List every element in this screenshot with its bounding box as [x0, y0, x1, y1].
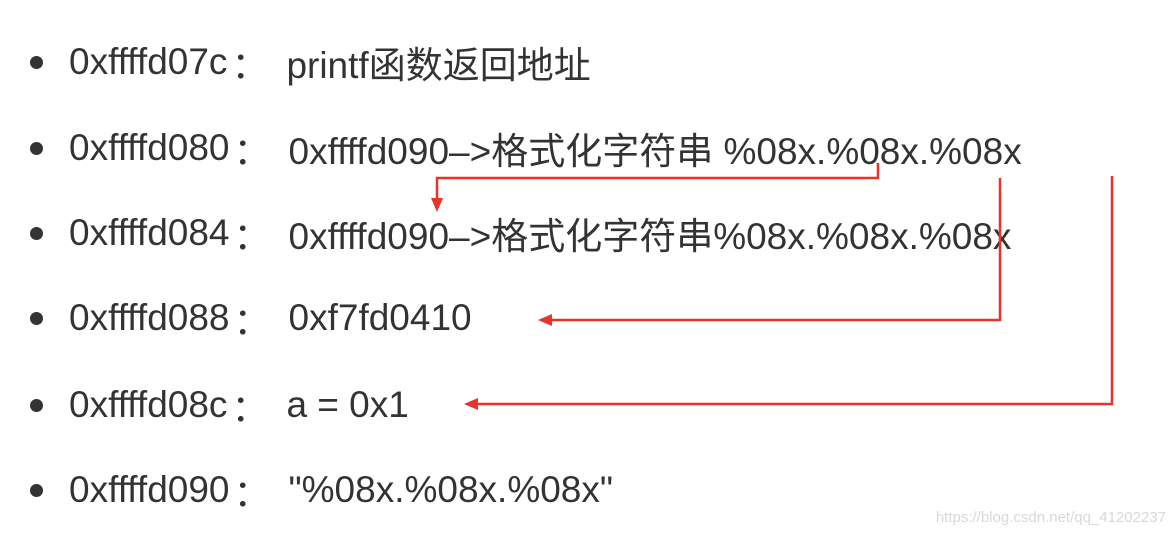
watermark: https://blog.csdn.net/qq_41202237 [935, 509, 1166, 526]
arrow-1-head [431, 198, 443, 212]
arrows-layer [431, 163, 1114, 410]
arrow-3-head [464, 398, 478, 410]
arrow-1 [435, 163, 880, 200]
arrow-2-head [538, 314, 552, 326]
arrow-2 [550, 178, 1002, 322]
arrow-3 [476, 176, 1114, 406]
